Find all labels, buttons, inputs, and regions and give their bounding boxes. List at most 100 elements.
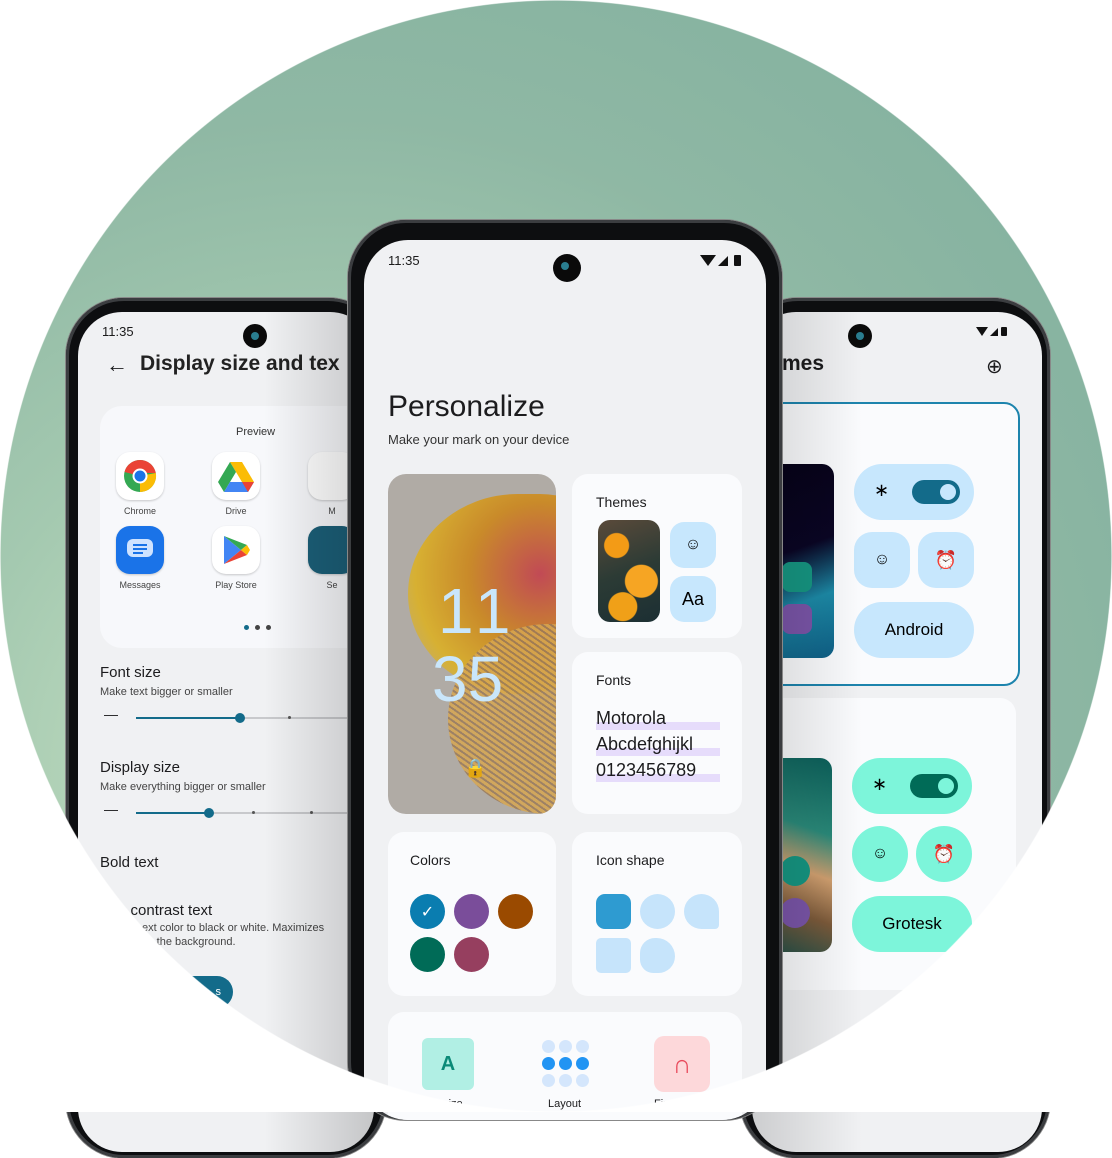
slider-thumb[interactable] bbox=[235, 713, 245, 723]
button-label: s bbox=[215, 986, 222, 998]
themes-screen: mes ⊕ ∗ ☺ ⏰ Android vay ∗ bbox=[752, 312, 1042, 1152]
profile-tile[interactable]: ☺ bbox=[852, 826, 908, 882]
font-sample-line: 0123456789 bbox=[596, 760, 697, 780]
bluetooth-tile[interactable]: ∗ bbox=[854, 464, 974, 520]
icon-shape-pebble[interactable] bbox=[640, 938, 675, 973]
profile-tile[interactable]: ☺ bbox=[854, 532, 910, 588]
font-sample: Aa bbox=[681, 588, 705, 609]
back-arrow-icon[interactable]: ← bbox=[106, 352, 128, 378]
slider-thumb[interactable] bbox=[203, 808, 214, 818]
lockscreen-card[interactable]: 11 35 🔒 bbox=[388, 474, 556, 814]
fingerprint-icon[interactable]: ∩ bbox=[654, 1036, 710, 1092]
font-sample-line: Abcdefghijkl bbox=[596, 734, 694, 754]
font-size-subtitle: Make text bigger or smaller bbox=[100, 686, 233, 698]
font-tile[interactable]: Android bbox=[854, 602, 974, 658]
message-app-icon bbox=[782, 562, 812, 592]
icon-shape-label: Icon shape bbox=[596, 852, 665, 868]
colors-label: Colors bbox=[410, 852, 451, 868]
themes-label: Themes bbox=[596, 494, 647, 510]
app-label: Messages bbox=[119, 580, 161, 590]
front-camera bbox=[243, 324, 267, 348]
option-label: Layout bbox=[548, 1098, 582, 1110]
font-tile[interactable]: Grotesk bbox=[852, 896, 972, 952]
layout-grid-icon[interactable] bbox=[542, 1040, 592, 1090]
high-contrast-desc: ith the background. bbox=[142, 936, 236, 948]
layout-grid-dot bbox=[542, 1040, 555, 1053]
page-indicator-dot[interactable] bbox=[244, 625, 249, 630]
icon-shape-card[interactable]: Icon shape bbox=[572, 832, 742, 996]
colors-card[interactable]: Colors ✓ bbox=[388, 832, 556, 996]
theme-font-tile: Aa bbox=[670, 576, 716, 622]
status-time: 11:35 bbox=[388, 253, 420, 268]
theme-card[interactable]: vay ∗ ☺ ⏰ Grotesk bbox=[752, 698, 1016, 990]
bold-text-label[interactable]: Bold text bbox=[100, 854, 158, 871]
center-phone: 11:35 Personalize Make your mark on your… bbox=[348, 220, 782, 1120]
bluetooth-icon: ∗ bbox=[872, 774, 888, 794]
display-size-screen: 11:35 ← Display size and tex Preview Chr… bbox=[78, 312, 374, 1152]
lock-icon: 🔒 bbox=[464, 758, 487, 778]
person-icon: ☺ bbox=[873, 551, 891, 568]
front-camera bbox=[553, 254, 581, 282]
color-swatch[interactable] bbox=[410, 937, 445, 972]
theme-icon-tile: ☺ bbox=[670, 522, 716, 568]
icon-shape-square[interactable] bbox=[596, 938, 631, 973]
status-time: 11:35 bbox=[102, 324, 134, 339]
fonts-label: Fonts bbox=[596, 672, 632, 688]
app-label: Drive bbox=[225, 506, 247, 516]
toggle-switch[interactable] bbox=[910, 774, 958, 798]
font-size-title: Font size bbox=[100, 664, 161, 681]
layout-grid-dot bbox=[559, 1040, 572, 1053]
font-size-icon[interactable]: A bbox=[422, 1038, 474, 1090]
left-phone: 11:35 ← Display size and tex Preview Chr… bbox=[66, 298, 386, 1158]
preview-label: Preview bbox=[236, 426, 276, 438]
page-indicator-dot[interactable] bbox=[266, 625, 271, 630]
play-store-icon bbox=[212, 526, 260, 574]
font-name: Grotesk bbox=[882, 914, 942, 933]
page-title: Display size and tex bbox=[140, 352, 340, 375]
toggle-switch[interactable] bbox=[912, 480, 960, 504]
add-circle-icon[interactable]: ⊕ bbox=[986, 354, 1003, 379]
alarm-tile[interactable]: ⏰ bbox=[916, 826, 972, 882]
icon-shape-circle[interactable] bbox=[640, 894, 675, 929]
themes-card[interactable]: Themes ☺ Aa bbox=[572, 474, 742, 638]
color-swatch[interactable] bbox=[498, 894, 533, 929]
status-icons bbox=[976, 326, 1010, 337]
display-size-subtitle: Make everything bigger or smaller bbox=[100, 781, 266, 793]
icon-shape-teardrop[interactable] bbox=[684, 894, 719, 929]
page-title: mes bbox=[782, 352, 825, 375]
alarm-tile[interactable]: ⏰ bbox=[918, 532, 974, 588]
decrease-icon[interactable]: — bbox=[104, 801, 118, 817]
layout-grid-dot bbox=[576, 1074, 589, 1087]
front-camera bbox=[848, 324, 872, 348]
status-icons bbox=[700, 254, 746, 267]
layout-grid-dot bbox=[559, 1074, 572, 1087]
display-size-title: Display size bbox=[100, 759, 181, 776]
bluetooth-icon: ∗ bbox=[874, 480, 890, 500]
fonts-card[interactable]: Fonts Motorola Abcdefghijkl 0123456789 bbox=[572, 652, 742, 814]
decrease-icon[interactable]: — bbox=[104, 706, 118, 722]
drive-icon bbox=[212, 452, 260, 500]
clock-app-icon bbox=[782, 604, 812, 634]
color-swatch[interactable] bbox=[454, 937, 489, 972]
icon-shape-squircle[interactable] bbox=[596, 894, 631, 929]
preview-card: Preview Chrome Drive M Messages Play Sto… bbox=[100, 406, 374, 648]
page-subtitle: Make your mark on your device bbox=[388, 432, 570, 447]
layout-grid-dot bbox=[542, 1074, 555, 1087]
personalize-screen: 11:35 Personalize Make your mark on your… bbox=[364, 240, 766, 1120]
bluetooth-tile[interactable]: ∗ bbox=[852, 758, 972, 814]
color-swatch[interactable] bbox=[454, 894, 489, 929]
chrome-icon bbox=[116, 452, 164, 500]
app-label: Chrome bbox=[123, 506, 156, 516]
app-label: Play Store bbox=[215, 580, 257, 590]
font-name: Android bbox=[884, 620, 944, 639]
high-contrast-desc: ext color to black or white. Maximizes bbox=[142, 922, 325, 934]
clock-hour: 11 bbox=[438, 575, 517, 647]
layout-grid-dot bbox=[576, 1040, 589, 1053]
alarm-icon: ⏰ bbox=[932, 843, 956, 864]
page-indicator-dot[interactable] bbox=[255, 625, 260, 630]
high-contrast-title[interactable]: h contrast text bbox=[118, 902, 212, 919]
reset-settings-button[interactable]: s bbox=[173, 976, 233, 1008]
color-swatch[interactable]: ✓ bbox=[410, 894, 445, 929]
page-title: Personalize bbox=[388, 390, 545, 423]
theme-card-selected[interactable]: ∗ ☺ ⏰ Android bbox=[752, 402, 1020, 686]
